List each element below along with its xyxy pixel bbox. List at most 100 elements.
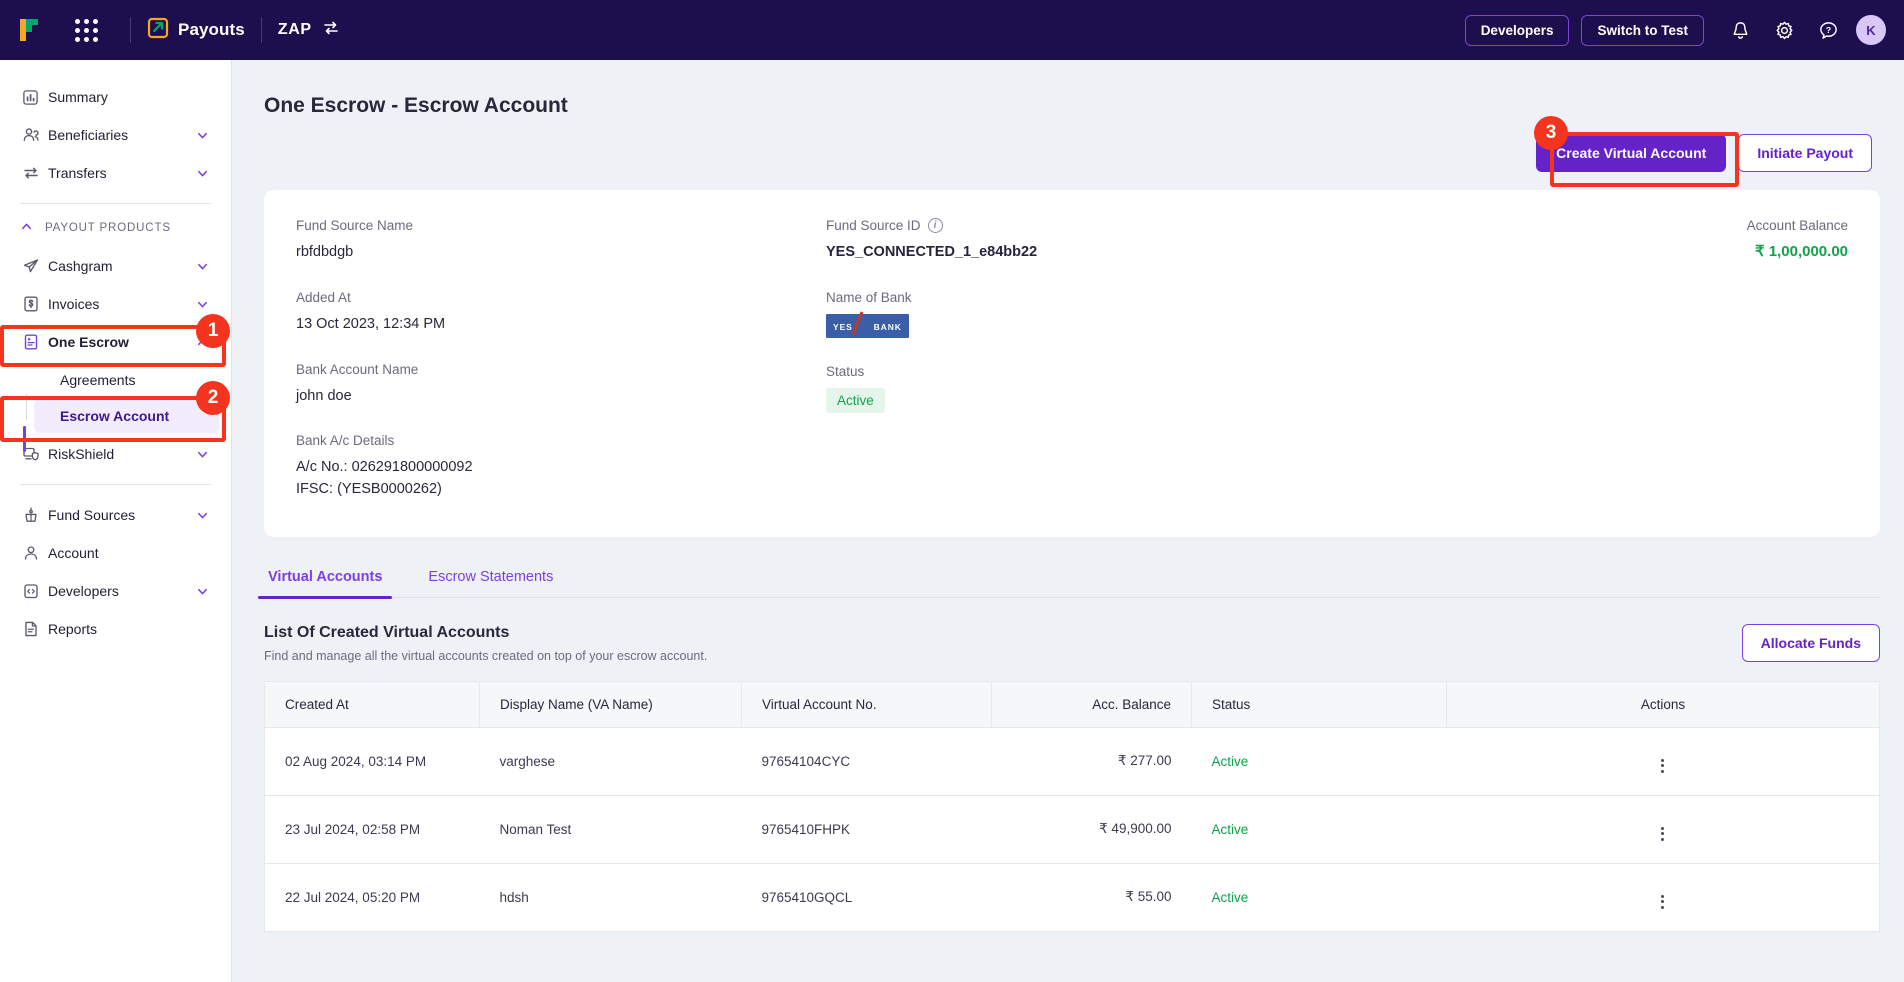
bank-logo-left-text: YES <box>833 321 853 332</box>
field-value: YES_CONNECTED_1_e84bb22 <box>826 244 1038 260</box>
initiate-payout-button[interactable]: Initiate Payout <box>1738 134 1872 172</box>
table-row[interactable]: 23 Jul 2024, 02:58 PM Noman Test 9765410… <box>264 795 1880 864</box>
cell-status: Active <box>1191 863 1447 932</box>
cell-display-name: varghese <box>479 727 742 796</box>
create-virtual-account-button[interactable]: Create Virtual Account <box>1536 134 1727 172</box>
sidebar-item-developers[interactable]: Developers <box>12 572 219 610</box>
field-label: Fund Source ID i <box>826 218 1568 233</box>
settings-gear-icon[interactable] <box>1762 10 1806 50</box>
report-doc-icon <box>22 620 48 638</box>
field-label: Bank A/c Details <box>296 433 395 449</box>
sidebar-item-label: RiskShield <box>48 446 115 462</box>
sidebar-item-account[interactable]: Account <box>12 534 219 572</box>
column-display-name: Display Name (VA Name) <box>479 680 742 728</box>
sidebar-item-one-escrow[interactable]: One Escrow <box>12 323 219 361</box>
field-value: rbfdbdgb <box>296 244 354 260</box>
sidebar-subitem-label: Escrow Account <box>60 408 170 424</box>
nav-divider-2 <box>260 17 262 43</box>
sidebar-group-payout-products[interactable]: PAYOUT PRODUCTS <box>0 215 231 241</box>
app-grid-icon[interactable] <box>58 18 114 42</box>
kebab-menu-icon[interactable] <box>1661 894 1665 909</box>
account-balance-value: ₹ 1,00,000.00 <box>1755 243 1848 260</box>
notification-bell-icon[interactable] <box>1718 10 1762 50</box>
person-icon <box>22 544 48 562</box>
chevron-up-icon <box>196 336 209 349</box>
field-label: Bank Account Name <box>296 361 419 377</box>
field-label-text: Fund Source ID <box>826 218 921 233</box>
fund-source-details-card: Fund Source Name rbfdbdgb Added At 13 Oc… <box>264 190 1880 537</box>
bank-logo-right-text: BANK <box>873 321 902 332</box>
chevron-down-icon <box>196 260 209 273</box>
active-indicator-bar <box>23 426 26 452</box>
kebab-menu-icon[interactable] <box>1661 826 1665 841</box>
people-icon <box>22 126 48 144</box>
field-bank-ac-details: Bank A/c Details A/c No.: 02629180000009… <box>296 433 826 501</box>
switch-icon <box>322 19 340 42</box>
chevron-down-icon <box>196 448 209 461</box>
allocate-funds-button[interactable]: Allocate Funds <box>1741 623 1880 662</box>
list-subtitle: Find and manage all the virtual accounts… <box>264 648 708 663</box>
field-value-ac-no: A/c No.: 026291800000092 <box>296 459 473 476</box>
cashfree-logo-icon[interactable] <box>0 17 58 43</box>
field-bank-account-name: Bank Account Name john doe <box>296 362 826 408</box>
sidebar-item-fund-sources[interactable]: Fund Sources <box>12 496 219 534</box>
table-header-row: Created At Display Name (VA Name) Virtua… <box>264 680 1880 728</box>
cell-account-no: 97654104CYC <box>741 727 992 796</box>
sidebar-item-agreements[interactable]: Agreements <box>34 363 219 397</box>
field-label: Name of Bank <box>826 289 912 305</box>
code-clipboard-icon <box>22 582 48 600</box>
sidebar-item-invoices[interactable]: Invoices <box>12 285 219 323</box>
kebab-menu-icon[interactable] <box>1661 758 1665 773</box>
cell-balance: ₹ 277.00 <box>991 727 1192 796</box>
help-question-icon[interactable]: ? <box>1806 10 1850 50</box>
sidebar-item-label: Beneficiaries <box>48 127 129 143</box>
yes-bank-logo-icon: YES BANK <box>826 311 909 338</box>
table-row[interactable]: 22 Jul 2024, 05:20 PM hdsh 9765410GQCL ₹… <box>264 863 1880 932</box>
details-column-middle: Fund Source ID i YES_CONNECTED_1_e84bb22… <box>826 218 1568 501</box>
avatar[interactable]: K <box>1856 15 1886 45</box>
sidebar-item-riskshield[interactable]: RiskShield <box>12 435 219 473</box>
cell-balance: ₹ 49,900.00 <box>991 795 1192 864</box>
chevron-down-icon <box>196 167 209 180</box>
info-icon[interactable]: i <box>927 218 943 233</box>
cell-display-name: hdsh <box>479 863 742 932</box>
sidebar-item-label: Invoices <box>48 296 100 312</box>
sidebar-divider-1 <box>20 203 211 204</box>
column-actions: Actions <box>1446 680 1880 728</box>
sidebar-item-summary[interactable]: Summary <box>12 78 219 116</box>
tab-virtual-accounts[interactable]: Virtual Accounts <box>257 559 393 599</box>
field-value: john doe <box>296 387 352 404</box>
app-switcher-payouts[interactable]: Payouts <box>147 17 245 44</box>
cell-account-no: 9765410GQCL <box>741 863 992 932</box>
sidebar-item-transfers[interactable]: Transfers <box>12 154 219 192</box>
sidebar-item-label: Reports <box>48 621 98 637</box>
sidebar-group-label: PAYOUT PRODUCTS <box>45 222 171 234</box>
sidebar-item-beneficiaries[interactable]: Beneficiaries <box>12 116 219 154</box>
cell-created-at: 02 Aug 2024, 03:14 PM <box>264 727 480 796</box>
field-label: Added At <box>296 289 351 305</box>
developers-button[interactable]: Developers <box>1464 14 1570 46</box>
cell-status: Active <box>1191 795 1447 864</box>
column-created-at: Created At <box>264 680 480 728</box>
environment-switcher[interactable]: ZAP <box>278 19 340 42</box>
field-added-at: Added At 13 Oct 2023, 12:34 PM <box>296 290 826 336</box>
cell-created-at: 22 Jul 2024, 05:20 PM <box>264 863 480 932</box>
sidebar-item-reports[interactable]: Reports <box>12 610 219 648</box>
sidebar-item-escrow-account[interactable]: Escrow Account <box>34 399 219 433</box>
sidebar-item-label: One Escrow <box>48 334 129 350</box>
table-body: 02 Aug 2024, 03:14 PM varghese 97654104C… <box>264 727 1880 932</box>
table-header: Created At Display Name (VA Name) Virtua… <box>264 680 1880 728</box>
column-acc-balance: Acc. Balance <box>991 680 1192 728</box>
switch-to-test-button[interactable]: Switch to Test <box>1581 14 1704 46</box>
sidebar-item-label: Developers <box>48 583 119 599</box>
list-header: List Of Created Virtual Accounts Find an… <box>264 623 1880 663</box>
page-action-row: Create Virtual Account Initiate Payout <box>232 134 1872 172</box>
chevron-down-icon <box>196 298 209 311</box>
cell-balance: ₹ 55.00 <box>991 863 1192 932</box>
table-row[interactable]: 02 Aug 2024, 03:14 PM varghese 97654104C… <box>264 727 1880 796</box>
environment-name-label: ZAP <box>277 21 312 38</box>
details-column-left: Fund Source Name rbfdbdgb Added At 13 Oc… <box>296 218 826 501</box>
cell-actions <box>1446 863 1880 932</box>
sidebar-item-cashgram[interactable]: Cashgram <box>12 247 219 285</box>
tab-escrow-statements[interactable]: Escrow Statements <box>424 559 557 597</box>
